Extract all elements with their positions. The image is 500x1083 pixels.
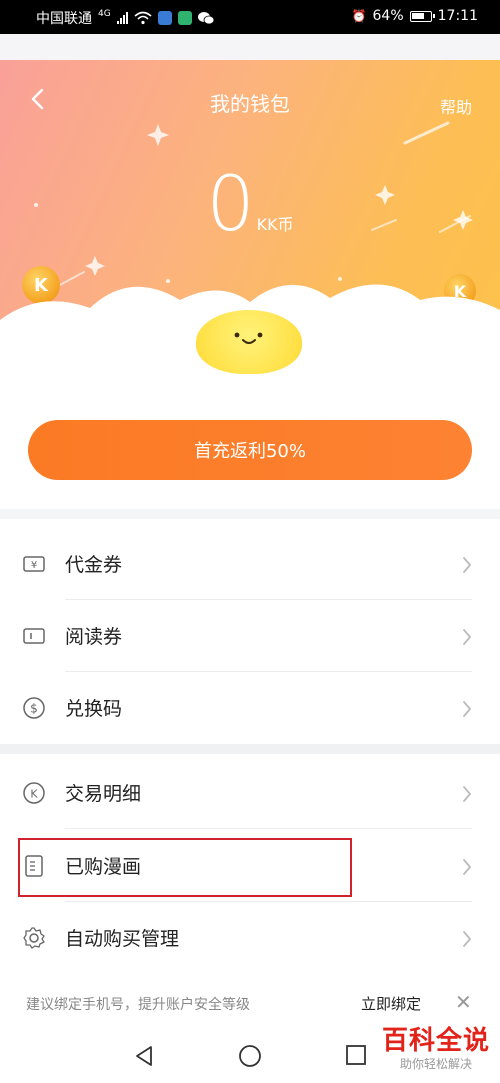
list-item-label: 交易明细 (65, 783, 142, 805)
list-item-voucher[interactable]: ¥ 代金券 (0, 528, 500, 600)
clock-time: 17:11 (437, 8, 478, 24)
chevron-right-icon (463, 931, 472, 947)
top-strip (0, 34, 500, 60)
section-divider (0, 744, 500, 754)
list-item-label: 代金券 (65, 554, 123, 576)
bind-phone-tip: 建议绑定手机号，提升账户安全等级 (26, 997, 250, 1013)
nav-home-icon[interactable] (238, 1044, 262, 1068)
signal-icon (116, 12, 128, 24)
chevron-right-icon (463, 629, 472, 645)
mascot-blob (196, 310, 302, 374)
watermark-main: 百科全说 (381, 1026, 490, 1056)
highlight-box (18, 838, 352, 897)
battery-icon (409, 10, 435, 22)
chevron-right-icon (463, 786, 472, 802)
battery-percent: 64% (372, 8, 404, 24)
network-type: 4G (98, 9, 111, 19)
watermark-logo: 百科全说 助你轻松解决 (376, 1020, 496, 1072)
list-item-label: 兑换码 (65, 698, 123, 720)
chevron-right-icon (463, 859, 472, 875)
smile-face-icon (234, 332, 263, 344)
k-coin-icon: K (23, 782, 45, 804)
yen-ticket-icon: ¥ (23, 556, 45, 572)
first-recharge-button[interactable]: 首充返利50% (28, 420, 472, 480)
clock-app-icon (177, 11, 192, 25)
status-bar: 中国联通 4G ⏰ 64% 17:11 (0, 0, 500, 34)
list-item-transactions[interactable]: K 交易明细 (0, 757, 500, 829)
wallet-hero: 我的钱包 帮助 0KK币 K K K K K K (0, 60, 500, 380)
first-recharge-label: 首充返利50% (193, 441, 306, 462)
row-divider (65, 828, 472, 829)
svg-text:$: $ (30, 702, 38, 716)
chevron-right-icon (463, 557, 472, 573)
shield-app-icon (157, 11, 172, 25)
close-icon[interactable]: ✕ (455, 990, 472, 1014)
bind-now-button[interactable]: 立即绑定 (361, 993, 421, 1014)
list-item-redeem-code[interactable]: $ 兑换码 (0, 672, 500, 744)
page-title: 我的钱包 (210, 92, 290, 116)
help-link[interactable]: 帮助 (440, 94, 472, 118)
dollar-coin-icon: $ (23, 697, 45, 719)
ticket-icon (23, 628, 45, 644)
watermark-sub: 助你轻松解决 (399, 1057, 472, 1071)
gear-icon (23, 927, 45, 949)
chevron-right-icon (463, 701, 472, 717)
wechat-icon (197, 12, 214, 25)
list-item-label: 阅读券 (65, 626, 123, 648)
list-item-reading-coupon[interactable]: 阅读券 (0, 600, 500, 672)
carrier-name: 中国联通 (36, 11, 92, 27)
nav-recents-icon[interactable] (345, 1044, 367, 1066)
bind-phone-bar: 建议绑定手机号，提升账户安全等级 立即绑定 ✕ (0, 982, 500, 1024)
list-item-auto-purchase[interactable]: 自动购买管理 (0, 902, 500, 974)
wifi-icon (134, 11, 152, 25)
alarm-icon: ⏰ (351, 9, 367, 23)
list-item-label: 自动购买管理 (65, 928, 180, 950)
svg-text:K: K (30, 788, 38, 801)
svg-text:¥: ¥ (31, 560, 37, 571)
nav-back-icon[interactable] (133, 1044, 155, 1068)
section-divider (0, 509, 500, 519)
